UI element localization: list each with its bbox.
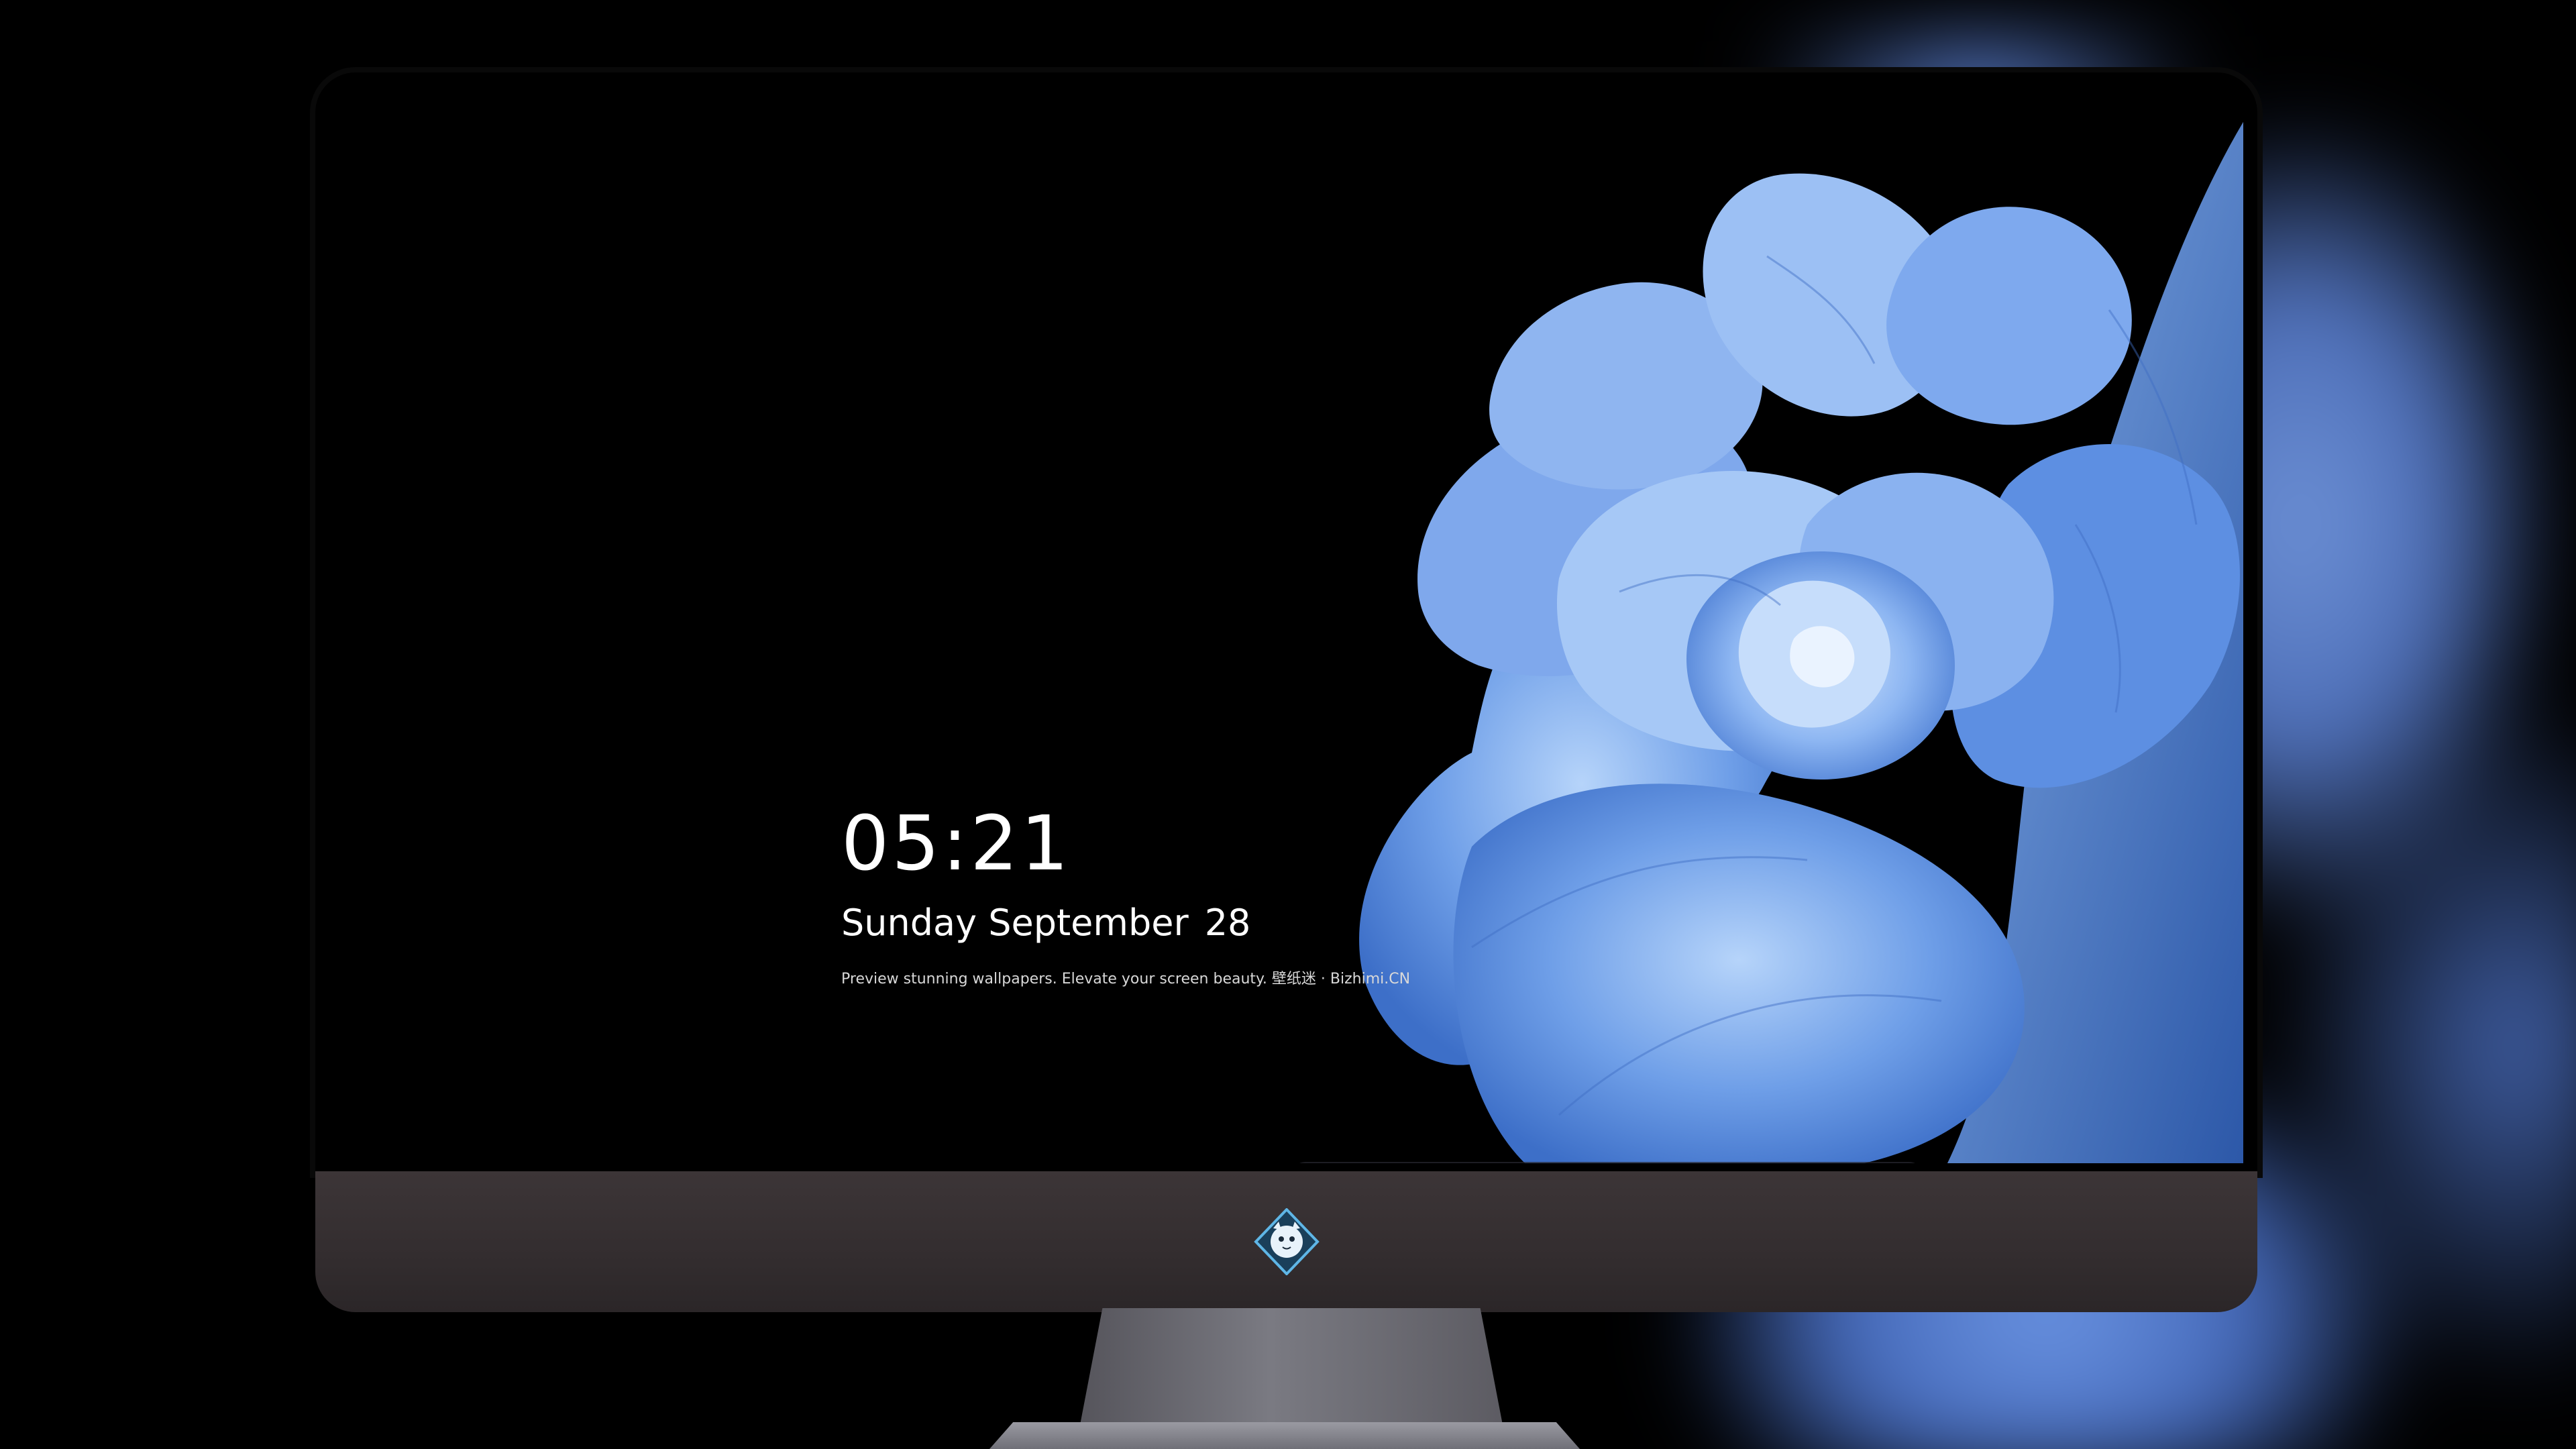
dock [1289,1162,1926,1163]
monitor-chin [315,1171,2257,1312]
clock-date: Sunday September 28 [841,902,1410,944]
flower-wallpaper [1359,121,2243,1163]
monitor-stand-base [989,1422,1580,1449]
monitor: 05:21 Sunday September 28 Preview stunnin… [315,72,2257,1312]
wallpaper-tagline: Preview stunning wallpapers. Elevate you… [841,971,1411,987]
lock-screen-clock: 05:21 Sunday September 28 Preview stunnin… [841,806,1410,988]
date-day: 28 [1204,902,1251,944]
monitor-screen: 05:21 Sunday September 28 Preview stunnin… [325,82,2243,1163]
clock-time: 05:21 [841,800,1071,888]
desktop-stage: 05:21 Sunday September 28 Preview stunnin… [0,0,2576,1449]
date-weekday-month: Sunday September [841,902,1189,944]
mascot-logo-icon [1254,1208,1320,1275]
